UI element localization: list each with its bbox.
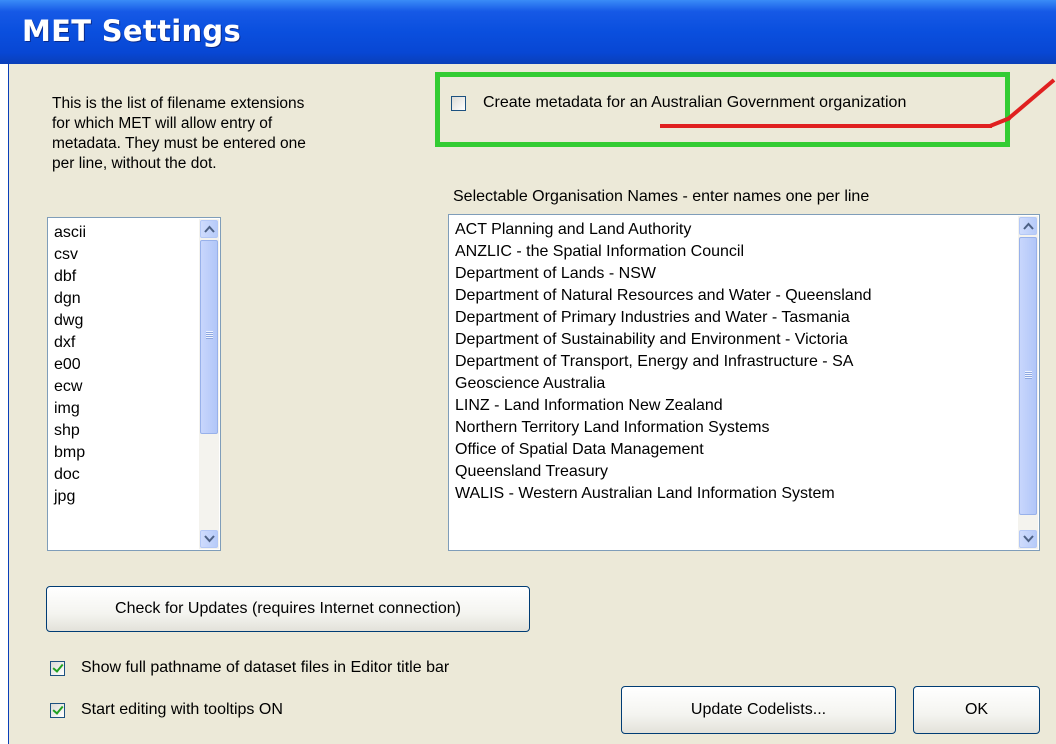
title-bar[interactable]: MET Settings — [0, 0, 1056, 64]
extensions-list: ascii csv dbf dgn dwg dxf e00 ecw img shp bmp doc jp… — [54, 222, 86, 508]
list-item[interactable]: csv — [54, 244, 86, 266]
list-item[interactable]: Department of Lands - NSW — [455, 263, 872, 285]
list-item[interactable]: ACT Planning and Land Authority — [455, 219, 872, 241]
list-item[interactable]: bmp — [54, 442, 86, 464]
extensions-scrollbar[interactable] — [199, 219, 219, 549]
grip-icon — [206, 331, 213, 339]
list-item[interactable]: dxf — [54, 332, 86, 354]
list-item[interactable]: shp — [54, 420, 86, 442]
list-item[interactable]: Department of Transport, Energy and Infr… — [455, 351, 872, 373]
list-item[interactable]: LINZ - Land Information New Zealand — [455, 395, 872, 417]
list-item[interactable]: dbf — [54, 266, 86, 288]
organisations-listbox[interactable]: ACT Planning and Land Authority ANZLIC - … — [448, 214, 1040, 551]
scroll-down-button[interactable] — [1019, 530, 1037, 548]
list-item[interactable]: Department of Natural Resources and Wate… — [455, 285, 872, 307]
chevron-down-icon — [1023, 535, 1034, 543]
show-full-pathname-checkbox[interactable] — [50, 661, 65, 676]
scroll-thumb[interactable] — [1019, 237, 1037, 515]
list-item[interactable]: ANZLIC - the Spatial Information Council — [455, 241, 872, 263]
chevron-up-icon — [1023, 222, 1034, 230]
list-item[interactable]: ecw — [54, 376, 86, 398]
list-item[interactable]: img — [54, 398, 86, 420]
extensions-description: This is the list of filename extensions … — [52, 95, 306, 172]
update-codelists-button[interactable]: Update Codelists... — [621, 686, 896, 734]
list-item[interactable]: dwg — [54, 310, 86, 332]
chevron-up-icon — [204, 225, 215, 233]
list-item[interactable]: jpg — [54, 486, 86, 508]
list-item[interactable]: Geoscience Australia — [455, 373, 872, 395]
list-item[interactable]: Office of Spatial Data Management — [455, 439, 872, 461]
organisations-list: ACT Planning and Land Authority ANZLIC - … — [455, 219, 872, 505]
scroll-thumb[interactable] — [200, 240, 218, 434]
tooltips-on-checkbox[interactable] — [50, 703, 65, 718]
annotation-arrow-line — [989, 78, 1056, 128]
list-item[interactable]: WALIS - Western Australian Land Informat… — [455, 483, 872, 505]
extensions-listbox[interactable]: ascii csv dbf dgn dwg dxf e00 ecw img shp bmp doc jp… — [47, 217, 221, 551]
list-item[interactable]: Department of Sustainability and Environ… — [455, 329, 872, 351]
list-item[interactable]: doc — [54, 464, 86, 486]
organisations-label: Selectable Organisation Names - enter na… — [453, 188, 870, 205]
list-item[interactable]: dgn — [54, 288, 86, 310]
show-full-pathname-label: Show full pathname of dataset files in E… — [81, 659, 450, 676]
australian-gov-checkbox[interactable] — [451, 96, 466, 111]
grip-icon — [1025, 371, 1032, 379]
annotation-underline — [660, 124, 992, 128]
list-item[interactable]: Department of Primary Industries and Wat… — [455, 307, 872, 329]
list-item[interactable]: e00 — [54, 354, 86, 376]
scroll-up-button[interactable] — [1019, 217, 1037, 235]
scroll-down-button[interactable] — [200, 530, 218, 548]
australian-gov-label: Create metadata for an Australian Govern… — [483, 94, 907, 111]
list-item[interactable]: Queensland Treasury — [455, 461, 872, 483]
window-title: MET Settings — [22, 14, 242, 48]
list-item[interactable]: ascii — [54, 222, 86, 244]
tooltips-on-label: Start editing with tooltips ON — [81, 701, 283, 718]
scroll-up-button[interactable] — [200, 220, 218, 238]
check-updates-button[interactable]: Check for Updates (requires Internet con… — [46, 586, 530, 632]
list-item[interactable]: Northern Territory Land Information Syst… — [455, 417, 872, 439]
ok-button[interactable]: OK — [913, 686, 1040, 734]
organisations-scrollbar[interactable] — [1018, 216, 1038, 549]
chevron-down-icon — [204, 535, 215, 543]
